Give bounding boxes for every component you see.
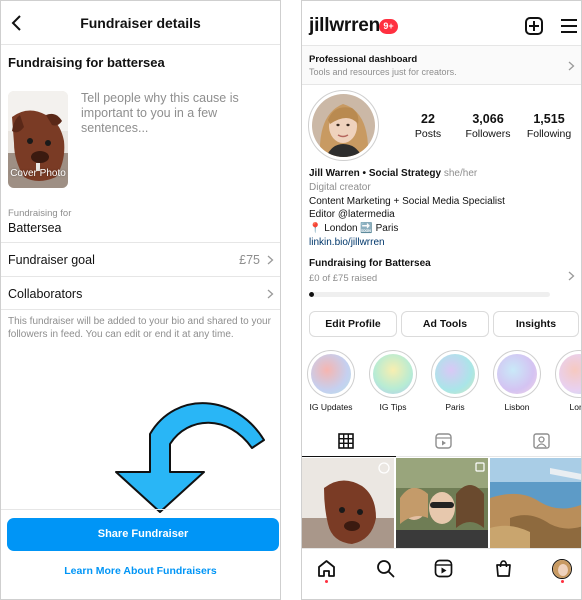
- following-label: Following: [526, 128, 572, 140]
- chevron-right-icon: [568, 61, 575, 71]
- reels-icon[interactable]: [435, 433, 452, 449]
- fundraiser-title[interactable]: Fundraising for Battersea: [309, 258, 431, 269]
- divider: [1, 509, 280, 510]
- fundraiser-raised: £0 of £75 raised: [309, 273, 378, 284]
- goal-label: Fundraiser goal: [8, 253, 95, 267]
- chevron-right-icon: [267, 255, 274, 265]
- grid-post[interactable]: [396, 458, 488, 548]
- highlight-paris[interactable]: Paris: [431, 350, 479, 412]
- goal-value: £75: [239, 253, 260, 267]
- highlight-label: IG Tips: [379, 402, 407, 412]
- page-title: Fundraiser details: [80, 15, 201, 31]
- grid-icon[interactable]: [338, 433, 354, 449]
- professional-dashboard[interactable]: Professional dashboard Tools and resourc…: [302, 45, 581, 85]
- post-thumbnail: [396, 458, 488, 548]
- posts-count: 22: [421, 112, 435, 126]
- bio-link[interactable]: linkin.bio/jillwrren: [309, 237, 385, 248]
- bio-line: Content Marketing + Social Media Special…: [309, 196, 505, 207]
- highlight-label: IG Updates: [309, 402, 353, 412]
- highlight-cover: [373, 354, 413, 394]
- fundraising-for-value: Battersea: [8, 221, 62, 235]
- cover-photo-label: Cover Photo: [10, 168, 66, 179]
- reels-icon[interactable]: [434, 559, 453, 578]
- profile-tabs: [302, 425, 581, 457]
- profile-photo: [312, 94, 375, 157]
- highlight-cover: [559, 354, 581, 394]
- home-icon[interactable]: [317, 559, 336, 578]
- progress-fill: [309, 292, 314, 297]
- highlight-london[interactable]: Lond: [555, 350, 581, 412]
- grid-post[interactable]: [490, 458, 581, 548]
- profile-avatar-icon[interactable]: [552, 559, 572, 579]
- chevron-right-icon[interactable]: [568, 271, 575, 281]
- create-icon[interactable]: [525, 17, 543, 35]
- bio-line: Editor @latermedia: [309, 209, 395, 220]
- collaborators-label: Collaborators: [8, 287, 83, 301]
- pronouns: she/her: [443, 168, 478, 179]
- fundraising-for-label: Fundraising for: [8, 208, 72, 219]
- bio-line: 📍 London 🔜 Paris: [309, 223, 399, 234]
- share-fundraiser-button[interactable]: Share Fundraiser: [7, 518, 279, 551]
- bio-category: Digital creator: [309, 182, 371, 193]
- avatar[interactable]: [308, 90, 379, 161]
- following-stat[interactable]: 1,515 Following: [519, 112, 579, 140]
- fundraiser-progress-bar: [309, 292, 550, 297]
- display-name: Jill Warren • Social Strategy: [309, 168, 442, 179]
- notification-dot: [561, 580, 564, 583]
- ad-tools-button[interactable]: Ad Tools: [401, 311, 489, 337]
- fundraiser-goal-row[interactable]: Fundraiser goal £75: [1, 242, 280, 276]
- highlight-ig-updates[interactable]: IG Updates: [307, 350, 355, 412]
- fundraiser-details-screen: Fundraiser details Fundraising for batte…: [0, 0, 281, 600]
- dashboard-subtitle: Tools and resources just for creators.: [309, 67, 457, 77]
- highlight-cover: [497, 354, 537, 394]
- post-thumbnail: [302, 458, 394, 548]
- curved-arrow-icon: [115, 402, 265, 513]
- search-icon[interactable]: [376, 559, 395, 578]
- posts-label: Posts: [414, 128, 442, 140]
- followers-stat[interactable]: 3,066 Followers: [458, 112, 518, 140]
- fundraising-for-heading: Fundraising for battersea: [8, 55, 165, 70]
- highlight-lisbon[interactable]: Lisbon: [493, 350, 541, 412]
- learn-more-link[interactable]: Learn More About Fundraisers: [1, 565, 280, 577]
- edit-profile-button[interactable]: Edit Profile: [309, 311, 397, 337]
- followers-count: 3,066: [472, 112, 504, 126]
- insights-button[interactable]: Insights: [493, 311, 579, 337]
- highlight-label: Paris: [445, 402, 465, 412]
- following-count: 1,515: [533, 112, 565, 126]
- notification-badge: 9+: [379, 19, 398, 34]
- dashboard-title: Professional dashboard: [309, 54, 418, 65]
- post-thumbnail: [490, 458, 581, 548]
- profile-screen: jillwrren 9+ Professional dashboard Tool…: [301, 0, 582, 600]
- fundraiser-note: This fundraiser will be added to your bi…: [8, 316, 271, 340]
- highlight-label: Lisbon: [504, 402, 530, 412]
- chevron-right-icon: [267, 289, 274, 299]
- notification-dot: [325, 580, 328, 583]
- active-tab-indicator: [302, 456, 396, 457]
- description-input[interactable]: Tell people why this cause is important …: [81, 91, 271, 136]
- highlight-label: Lond: [569, 402, 581, 412]
- username[interactable]: jillwrren: [309, 15, 380, 37]
- highlight-ig-tips[interactable]: IG Tips: [369, 350, 417, 412]
- bio-name: Jill Warren • Social Strategy she/her: [309, 168, 477, 179]
- tagged-icon[interactable]: [533, 433, 550, 449]
- grid-post[interactable]: [302, 458, 394, 548]
- highlight-cover: [311, 354, 351, 394]
- highlight-cover: [435, 354, 475, 394]
- shop-icon[interactable]: [494, 559, 513, 578]
- header: Fundraiser details: [1, 1, 280, 45]
- followers-label: Followers: [465, 128, 511, 140]
- cover-photo-button[interactable]: Cover Photo: [8, 91, 68, 188]
- bottom-nav: [302, 548, 581, 599]
- collaborators-row[interactable]: Collaborators: [1, 276, 280, 310]
- menu-icon[interactable]: [561, 19, 577, 33]
- avatar-thumbnail: [553, 560, 571, 578]
- posts-stat[interactable]: 22 Posts: [398, 112, 458, 140]
